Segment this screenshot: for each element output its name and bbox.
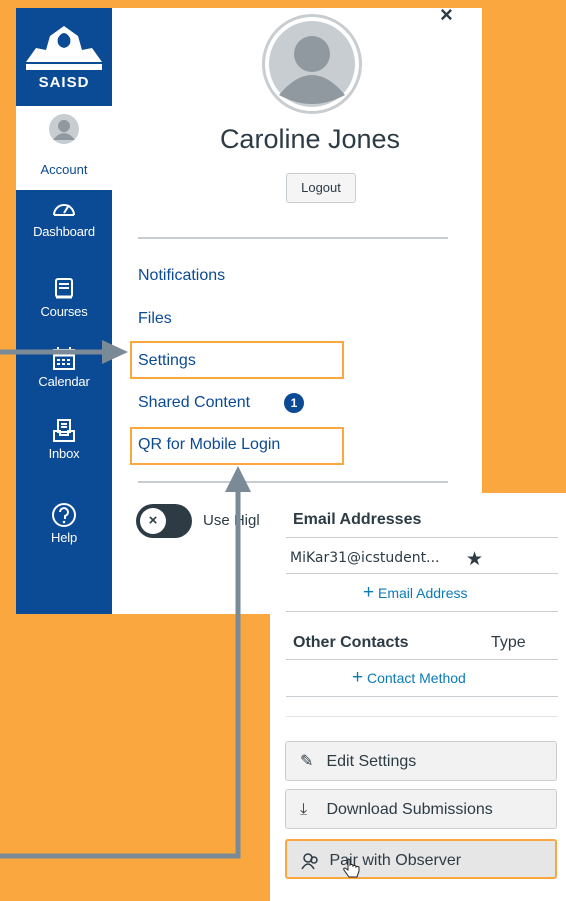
arrow-up-icon: [225, 466, 251, 492]
edit-settings-label: Edit Settings: [326, 753, 417, 770]
type-header: Type: [491, 634, 526, 651]
add-email-link[interactable]: + Email Address: [363, 582, 467, 604]
download-icon: ⤓: [300, 801, 308, 818]
email-value[interactable]: MiKar31@icstudent...: [290, 550, 440, 566]
add-contact-method-label: Contact Method: [367, 670, 466, 686]
add-contact-method-link[interactable]: + Contact Method: [352, 667, 466, 689]
divider: [286, 537, 558, 538]
other-contacts-header: Other Contacts: [293, 634, 409, 651]
divider: [286, 659, 558, 660]
download-submissions-label: Download Submissions: [326, 801, 493, 818]
add-email-label: Email Address: [378, 585, 468, 601]
download-submissions-button[interactable]: ⤓ Download Submissions: [285, 789, 557, 829]
email-addresses-header: Email Addresses: [293, 511, 422, 528]
divider: [286, 716, 558, 717]
plus-icon: +: [352, 667, 364, 688]
divider: [286, 573, 558, 574]
arrow-right-icon: [102, 340, 128, 364]
connector-line-qr: [0, 492, 241, 859]
hand-cursor-icon: [343, 858, 360, 878]
star-icon[interactable]: ★: [466, 548, 483, 571]
divider: [286, 611, 558, 612]
divider: [286, 696, 558, 697]
edit-settings-button[interactable]: ✎ Edit Settings: [285, 741, 557, 781]
pair-with-observer-button[interactable]: Pair with Observer: [285, 839, 557, 879]
plus-icon: +: [363, 582, 375, 603]
pencil-icon: ✎: [300, 753, 314, 770]
observer-icon: [301, 853, 318, 870]
